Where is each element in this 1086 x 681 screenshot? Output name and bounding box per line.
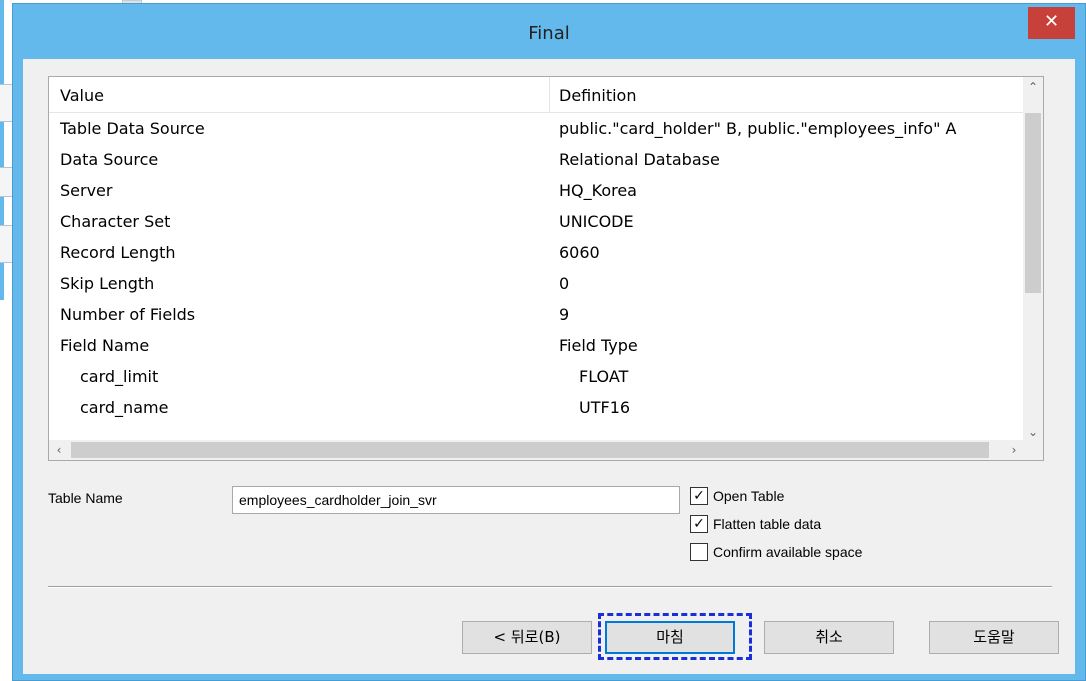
list-item-value: Skip Length (60, 274, 155, 293)
dialog-client-area: Value Definition Table Data Source publi… (23, 59, 1075, 674)
definition-list[interactable]: Value Definition Table Data Source publi… (48, 76, 1044, 461)
list-item[interactable]: card_limit FLOAT (49, 361, 1024, 392)
finish-button[interactable]: 마침 (605, 621, 735, 654)
chevron-right-icon[interactable]: › (1004, 440, 1024, 460)
list-item-definition: 6060 (559, 243, 600, 262)
list-item[interactable]: card_name UTF16 (49, 392, 1024, 423)
checkmark-icon: ✓ (693, 516, 705, 532)
list-item-value: Number of Fields (60, 305, 196, 324)
vertical-scrollbar[interactable]: ⌃ ⌄ (1023, 77, 1043, 442)
column-divider[interactable] (549, 77, 550, 113)
confirm-space-checkbox[interactable] (690, 543, 708, 561)
list-item-definition: Relational Database (559, 150, 720, 169)
table-name-input[interactable] (232, 486, 680, 514)
list-item-value: card_limit (80, 367, 159, 386)
list-item[interactable]: Record Length 6060 (49, 237, 1024, 268)
column-header-definition[interactable]: Definition (559, 86, 636, 105)
help-button[interactable]: 도움말 (929, 621, 1059, 654)
list-item-value: Data Source (60, 150, 159, 169)
flatten-table-checkbox[interactable]: ✓ (690, 515, 708, 533)
close-icon: ✕ (1043, 11, 1060, 32)
list-item-definition: Field Type (559, 336, 638, 355)
dialog-title: Final (528, 23, 570, 44)
list-item-definition: 0 (559, 274, 570, 293)
list-item[interactable]: Skip Length 0 (49, 268, 1024, 299)
table-name-label: Table Name (48, 490, 123, 506)
chevron-left-icon[interactable]: ‹ (49, 440, 69, 460)
list-item[interactable]: Number of Fields 9 (49, 299, 1024, 330)
list-item[interactable]: Field Name Field Type (49, 330, 1024, 361)
list-item-value: card_name (80, 398, 169, 417)
flatten-table-label[interactable]: Flatten table data (713, 516, 821, 532)
list-item-value: Table Data Source (60, 119, 205, 138)
horizontal-scroll-thumb[interactable] (71, 442, 989, 458)
list-item[interactable]: Server HQ_Korea (49, 175, 1024, 206)
list-item[interactable]: Data Source Relational Database (49, 144, 1024, 175)
list-item-definition: FLOAT (579, 367, 629, 386)
dialog-titlebar[interactable]: Final ✕ (13, 4, 1085, 59)
list-item-value: Record Length (60, 243, 176, 262)
list-header: Value Definition (49, 77, 1024, 113)
list-item[interactable]: Table Data Source public."card_holder" B… (49, 113, 1024, 144)
open-table-label[interactable]: Open Table (713, 488, 784, 504)
list-item-definition: public."card_holder" B, public."employee… (559, 119, 957, 138)
chevron-down-icon[interactable]: ⌄ (1023, 422, 1043, 442)
checkmark-icon: ✓ (693, 488, 705, 504)
back-button[interactable]: < 뒤로(B) (462, 621, 592, 654)
list-item-definition: UTF16 (579, 398, 631, 417)
list-item-value: Server (60, 181, 113, 200)
list-item-definition: UNICODE (559, 212, 634, 231)
horizontal-scrollbar[interactable]: ‹ › (49, 440, 1024, 460)
scrollbar-corner (1023, 440, 1043, 460)
confirm-space-label[interactable]: Confirm available space (713, 544, 862, 560)
list-item[interactable]: Character Set UNICODE (49, 206, 1024, 237)
open-table-checkbox[interactable]: ✓ (690, 487, 708, 505)
chevron-up-icon[interactable]: ⌃ (1023, 77, 1043, 97)
separator (48, 586, 1052, 588)
list-item-value: Character Set (60, 212, 171, 231)
cancel-button[interactable]: 취소 (764, 621, 894, 654)
column-header-value[interactable]: Value (60, 86, 104, 105)
close-button[interactable]: ✕ (1028, 7, 1075, 39)
list-item-definition: 9 (559, 305, 570, 324)
final-dialog: Final ✕ Value Definition Table Data Sour… (12, 3, 1086, 681)
list-item-definition: HQ_Korea (559, 181, 637, 200)
list-item-value: Field Name (60, 336, 150, 355)
vertical-scroll-thumb[interactable] (1025, 113, 1041, 293)
